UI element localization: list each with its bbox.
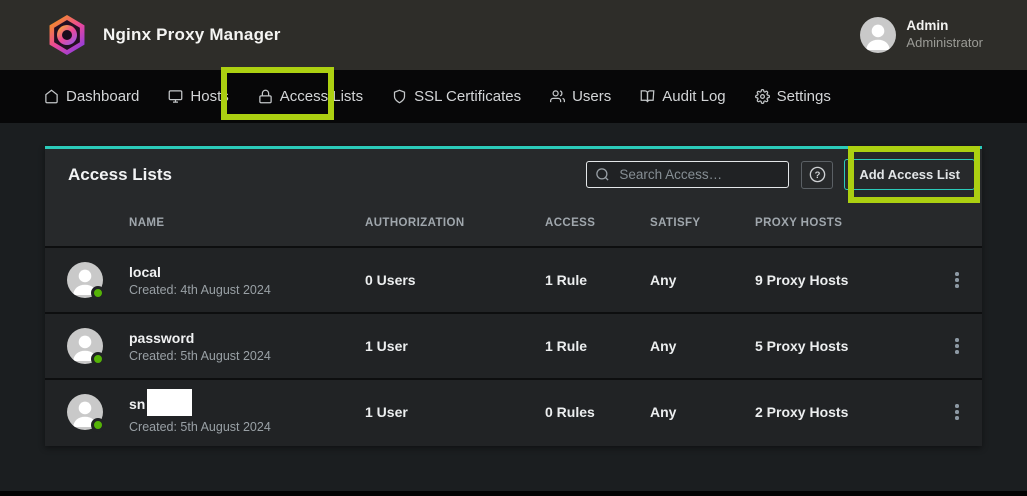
nav-label: Dashboard	[66, 88, 139, 105]
search-box	[586, 161, 789, 188]
main-nav: Dashboard Hosts Access Lists SSL Certifi…	[0, 70, 1027, 123]
search-input[interactable]	[586, 161, 789, 188]
logo-core	[62, 30, 72, 40]
row-actions-kebab-icon[interactable]	[951, 268, 963, 292]
panel-title: Access Lists	[68, 165, 172, 185]
user-avatar	[860, 17, 896, 53]
nav-label: Hosts	[190, 88, 228, 105]
satisfy-cell: Any	[650, 404, 755, 420]
column-header-satisfy: SATISFY	[650, 217, 755, 229]
nav-item-users[interactable]: Users	[548, 84, 613, 109]
nav-label: Users	[572, 88, 611, 105]
home-icon	[44, 89, 59, 104]
access-list-name: password	[129, 329, 194, 347]
access-cell: 1 Rule	[545, 272, 650, 288]
app-title: Nginx Proxy Manager	[103, 25, 281, 45]
access-lists-panel: Access Lists ? Add Access List NAME AU	[45, 146, 982, 446]
top-bar: Nginx Proxy Manager Admin Administrator	[0, 0, 1027, 70]
logo-ring	[57, 25, 77, 45]
content-area: Access Lists ? Add Access List NAME AU	[0, 123, 1027, 496]
proxy-hosts-cell: 9 Proxy Hosts	[755, 272, 932, 288]
gear-icon	[755, 89, 770, 104]
svg-text:?: ?	[814, 170, 820, 181]
created-date: Created: 5th August 2024	[129, 420, 365, 434]
name-cell: sn Created: 5th August 2024	[129, 391, 365, 434]
panel-header: Access Lists ? Add Access List	[45, 149, 982, 200]
logo-inner-hexagon	[53, 20, 81, 50]
status-online-dot	[91, 286, 105, 300]
help-circle-icon: ?	[808, 165, 827, 184]
created-date: Created: 5th August 2024	[129, 349, 365, 363]
created-date: Created: 4th August 2024	[129, 283, 365, 297]
user-name: Admin	[906, 18, 983, 35]
nginx-proxy-manager-logo-icon[interactable]	[48, 15, 86, 55]
nav-label: Settings	[777, 88, 831, 105]
column-header-proxy-hosts: PROXY HOSTS	[755, 217, 932, 229]
row-avatar	[67, 394, 103, 430]
add-access-list-button[interactable]: Add Access List	[844, 159, 975, 190]
app-window: Nginx Proxy Manager Admin Administrator …	[0, 0, 1027, 496]
access-cell: 1 Rule	[545, 338, 650, 354]
book-icon	[640, 89, 655, 104]
authorization-cell: 1 User	[365, 338, 545, 354]
monitor-icon	[168, 89, 183, 104]
bottom-edge-strip	[0, 491, 1027, 496]
users-icon	[550, 89, 565, 104]
nav-item-audit-log[interactable]: Audit Log	[638, 84, 727, 109]
nav-label: Access Lists	[280, 88, 363, 105]
row-actions-kebab-icon[interactable]	[951, 334, 963, 358]
table-row: sn Created: 5th August 2024 1 User 0 Rul…	[45, 378, 982, 444]
search-icon	[595, 167, 610, 182]
user-menu[interactable]: Admin Administrator	[860, 17, 983, 53]
lock-icon	[258, 89, 273, 104]
access-list-name: sn	[129, 395, 145, 413]
nav-item-ssl-certificates[interactable]: SSL Certificates	[390, 84, 523, 109]
table-row: local Created: 4th August 2024 0 Users 1…	[45, 246, 982, 312]
nav-item-dashboard[interactable]: Dashboard	[42, 84, 141, 109]
proxy-hosts-cell: 5 Proxy Hosts	[755, 338, 932, 354]
table-header: NAME AUTHORIZATION ACCESS SATISFY PROXY …	[45, 200, 982, 246]
authorization-cell: 0 Users	[365, 272, 545, 288]
name-cell: password Created: 5th August 2024	[129, 329, 365, 363]
nav-item-settings[interactable]: Settings	[753, 84, 833, 109]
nav-label: Audit Log	[662, 88, 725, 105]
user-meta: Admin Administrator	[906, 18, 983, 51]
nav-label: SSL Certificates	[414, 88, 521, 105]
shield-icon	[392, 89, 407, 104]
satisfy-cell: Any	[650, 338, 755, 354]
access-cell: 0 Rules	[545, 404, 650, 420]
status-online-dot	[91, 418, 105, 432]
nav-item-access-lists[interactable]: Access Lists	[256, 84, 365, 109]
person-icon	[860, 17, 896, 53]
satisfy-cell: Any	[650, 272, 755, 288]
row-actions-kebab-icon[interactable]	[951, 400, 963, 424]
row-avatar	[67, 328, 103, 364]
help-button[interactable]: ?	[801, 161, 833, 189]
nav-item-hosts[interactable]: Hosts	[166, 84, 230, 109]
column-header-access: ACCESS	[545, 217, 650, 229]
user-role: Administrator	[906, 35, 983, 51]
column-header-authorization: AUTHORIZATION	[365, 217, 545, 229]
name-cell: local Created: 4th August 2024	[129, 263, 365, 297]
proxy-hosts-cell: 2 Proxy Hosts	[755, 404, 932, 420]
status-online-dot	[91, 352, 105, 366]
redaction-box	[147, 389, 192, 416]
column-header-name: NAME	[129, 217, 365, 229]
access-list-name: local	[129, 263, 161, 281]
table-row: password Created: 5th August 2024 1 User…	[45, 312, 982, 378]
authorization-cell: 1 User	[365, 404, 545, 420]
row-avatar	[67, 262, 103, 298]
